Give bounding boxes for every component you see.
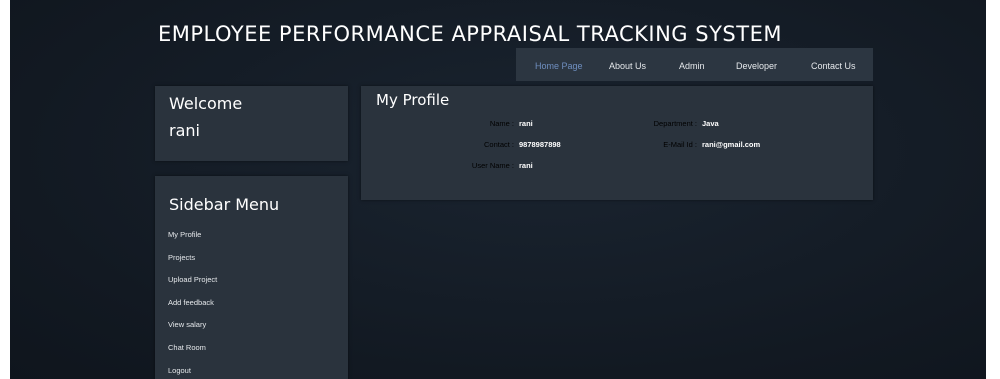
welcome-panel: Welcome rani — [155, 86, 348, 161]
nav-contact-us[interactable]: Contact Us — [811, 61, 856, 71]
profile-name: rani — [519, 119, 533, 128]
sidebar-panel: Sidebar Menu My Profile Projects Upload … — [155, 176, 348, 379]
profile-name-value: rani — [519, 119, 533, 128]
sidebar-item-logout: Logout — [168, 360, 217, 379]
profile-department-label: Department : — [653, 119, 697, 128]
nav-developer[interactable]: Developer — [736, 61, 777, 71]
app-window: EMPLOYEE PERFORMANCE APPRAISAL TRACKING … — [10, 0, 986, 379]
profile-username-value: rani — [519, 161, 533, 170]
sidebar-item-view-salary: View salary — [168, 314, 217, 337]
profile-heading: My Profile — [376, 91, 450, 109]
sidebar-link-view-salary[interactable]: View salary — [168, 320, 206, 329]
profile-contact: 9878987898 — [519, 140, 561, 149]
top-nav: Home Page About Us Admin Developer Conta… — [516, 48, 873, 81]
welcome-username: rani — [169, 121, 200, 140]
sidebar-menu: My Profile Projects Upload Project Add f… — [168, 224, 217, 379]
welcome-heading: Welcome — [169, 94, 243, 113]
sidebar-item-add-feedback: Add feedback — [168, 292, 217, 315]
profile-contact-label: Contact : — [483, 140, 514, 149]
sidebar-link-my-profile[interactable]: My Profile — [168, 230, 201, 239]
profile-email-value: rani@gmail.com — [702, 140, 760, 149]
profile-contact-value: 9878987898 — [519, 140, 561, 149]
sidebar-heading: Sidebar Menu — [169, 195, 280, 214]
profile-panel: My Profile Name : rani Contact : 9878987… — [361, 86, 873, 200]
profile-department: Java — [702, 119, 719, 128]
profile-username-label: User Name : — [471, 161, 514, 170]
sidebar-link-projects[interactable]: Projects — [168, 253, 195, 262]
nav-home-page[interactable]: Home Page — [535, 61, 583, 71]
sidebar-link-logout[interactable]: Logout — [168, 366, 191, 375]
profile-email: rani@gmail.com — [702, 140, 761, 149]
sidebar-link-upload-project[interactable]: Upload Project — [168, 275, 217, 284]
sidebar-item-upload-project: Upload Project — [168, 269, 217, 292]
profile-department-value: Java — [702, 119, 719, 128]
sidebar-item-chat-room: Chat Room — [168, 337, 217, 360]
screen-edge — [0, 355, 10, 379]
sidebar-link-chat-room[interactable]: Chat Room — [168, 343, 206, 352]
profile-username: rani — [519, 161, 533, 170]
profile-email-label: E-Mail Id : — [663, 140, 697, 149]
sidebar-item-my-profile: My Profile — [168, 224, 217, 247]
sidebar-link-add-feedback[interactable]: Add feedback — [168, 298, 214, 307]
site-title: EMPLOYEE PERFORMANCE APPRAISAL TRACKING … — [158, 22, 782, 46]
nav-admin[interactable]: Admin — [679, 61, 705, 71]
nav-about-us[interactable]: About Us — [609, 61, 646, 71]
profile-name-label: Name : — [489, 119, 514, 128]
sidebar-item-projects: Projects — [168, 247, 217, 270]
